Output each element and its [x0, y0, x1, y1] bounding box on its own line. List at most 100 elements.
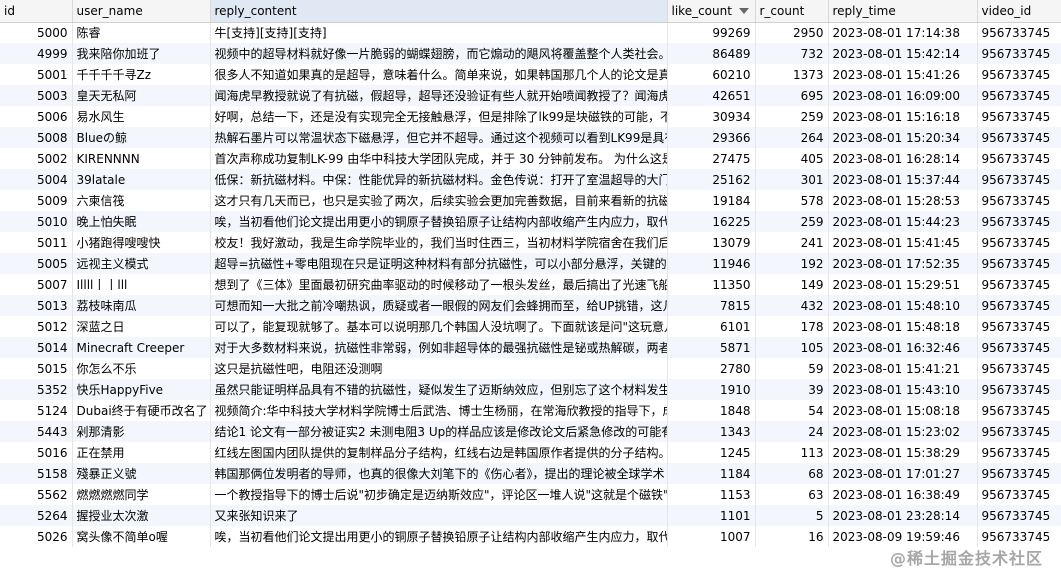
cell-reply-time[interactable]: 2023-08-01 16:28:14 [828, 148, 978, 169]
cell-id[interactable]: 5014 [0, 337, 73, 358]
cell-reply-content[interactable]: 牛[支持][支持][支持] [210, 22, 668, 43]
cell-reply-time[interactable]: 2023-08-01 15:44:23 [828, 211, 978, 232]
cell-reply-content[interactable]: 好啊，总结一下，还是没有实现完全无接触悬浮，但是排除了lk99是块磁铁的可能，不 [210, 106, 668, 127]
table-row[interactable]: 5158 殘暴正义號 韩国那俩位发明者的导师，也真的很像大刘笔下的《伤心者》，提出的… [0, 463, 1061, 484]
cell-user-name[interactable]: 燃燃燃燃同学 [72, 484, 211, 505]
column-header-reply-time[interactable]: reply_time [828, 0, 978, 23]
cell-video-id[interactable]: 956733745 [977, 316, 1061, 337]
cell-r-count[interactable]: 264 [755, 127, 829, 148]
cell-reply-time[interactable]: 2023-08-01 15:41:21 [828, 358, 978, 379]
cell-reply-content[interactable]: 又来张知识来了 [210, 505, 668, 526]
cell-id[interactable]: 5562 [0, 484, 73, 505]
cell-video-id[interactable]: 956733745 [977, 505, 1061, 526]
cell-user-name[interactable]: Illll丨丨lll [72, 274, 211, 295]
table-row[interactable]: 5011 小猪跑得嗖嗖快 校友！我好激动，我是生命学院毕业的，我们当时住西三，当初材… [0, 232, 1061, 253]
table-row[interactable]: 5352 快乐HappyFive 虽然只能证明样品具有不错的抗磁性，疑似发生了迈斯纳… [0, 379, 1061, 400]
cell-reply-content[interactable]: 韩国那俩位发明者的导师，也真的很像大刘笔下的《伤心者》，提出的理论被全球学术 [210, 463, 668, 484]
cell-reply-content[interactable]: 首次声称成功复制LK-99 由华中科技大学团队完成，并于 30 分钟前发布。 为… [210, 148, 668, 169]
cell-like-count[interactable]: 30934 [667, 106, 756, 127]
cell-video-id[interactable]: 956733745 [977, 43, 1061, 64]
cell-r-count[interactable]: 241 [755, 232, 829, 253]
cell-user-name[interactable]: 荔枝味南瓜 [72, 295, 211, 316]
table-row[interactable]: 5001 千千千千寻Zz 很多人不知道如果真的是超导，意味着什么。简单来说，如果韩国… [0, 64, 1061, 85]
cell-user-name[interactable]: KIRENNNN [72, 148, 211, 169]
column-header-video-id[interactable]: video_id [977, 0, 1061, 23]
cell-reply-time[interactable]: 2023-08-01 23:28:14 [828, 505, 978, 526]
cell-like-count[interactable]: 1184 [667, 463, 756, 484]
cell-like-count[interactable]: 25162 [667, 169, 756, 190]
cell-reply-content[interactable]: 视频简介:华中科技大学材料学院博士后武浩、博士生杨丽，在常海欣教授的指导下，成 [210, 400, 668, 421]
cell-id[interactable]: 5015 [0, 358, 73, 379]
cell-like-count[interactable]: 2780 [667, 358, 756, 379]
cell-r-count[interactable]: 192 [755, 253, 829, 274]
cell-reply-content[interactable]: 一个教授指导下的博士后说"初步确定是迈纳斯效应"，评论区一堆人说"这就是个磁铁" [210, 484, 668, 505]
cell-video-id[interactable]: 956733745 [977, 106, 1061, 127]
cell-video-id[interactable]: 956733745 [977, 295, 1061, 316]
cell-user-name[interactable]: 晚上怕失眠 [72, 211, 211, 232]
cell-like-count[interactable]: 29366 [667, 127, 756, 148]
cell-user-name[interactable]: 远视主义模式 [72, 253, 211, 274]
cell-id[interactable]: 5264 [0, 505, 73, 526]
cell-user-name[interactable]: 殘暴正义號 [72, 463, 211, 484]
cell-id[interactable]: 5443 [0, 421, 73, 442]
cell-user-name[interactable]: 小猪跑得嗖嗖快 [72, 232, 211, 253]
cell-video-id[interactable]: 956733745 [977, 127, 1061, 148]
cell-user-name[interactable]: 易水风生 [72, 106, 211, 127]
cell-reply-content[interactable]: 唉，当初看他们论文提出用更小的铜原子替换铅原子让结构内部收缩产生内应力，取代 [210, 526, 668, 547]
cell-r-count[interactable]: 578 [755, 190, 829, 211]
table-row[interactable]: 5004 39latale 低保：新抗磁材料。中保：性能优异的新抗磁材料。金色传说：… [0, 169, 1061, 190]
cell-id[interactable]: 5003 [0, 85, 73, 106]
table-row[interactable]: 5016 正在禁用 红线左图国内团队提供的复制样品分子结构，红线右边是韩国原作者提供… [0, 442, 1061, 463]
cell-r-count[interactable]: 178 [755, 316, 829, 337]
cell-reply-time[interactable]: 2023-08-01 15:48:10 [828, 295, 978, 316]
cell-id[interactable]: 5026 [0, 526, 73, 547]
cell-reply-content[interactable]: 这只是抗磁性吧，电阻还没测啊 [210, 358, 668, 379]
cell-r-count[interactable]: 1373 [755, 64, 829, 85]
cell-video-id[interactable]: 956733745 [977, 379, 1061, 400]
cell-video-id[interactable]: 956733745 [977, 358, 1061, 379]
table-row[interactable]: 5015 你怎么不乐 这只是抗磁性吧，电阻还没测啊 2780 59 2023-08-01 … [0, 358, 1061, 379]
cell-reply-content[interactable]: 很多人不知道如果真的是超导，意味着什么。简单来说，如果韩国那几个人的论文是真 [210, 64, 668, 85]
cell-id[interactable]: 5011 [0, 232, 73, 253]
column-header-r-count[interactable]: r_count [755, 0, 829, 23]
cell-like-count[interactable]: 99269 [667, 22, 756, 43]
cell-r-count[interactable]: 149 [755, 274, 829, 295]
table-row[interactable]: 5562 燃燃燃燃同学 一个教授指导下的博士后说"初步确定是迈纳斯效应"，评论区一堆… [0, 484, 1061, 505]
cell-user-name[interactable]: Blueの鲸 [72, 127, 211, 148]
cell-user-name[interactable]: 深蓝之日 [72, 316, 211, 337]
cell-id[interactable]: 5158 [0, 463, 73, 484]
cell-reply-content[interactable]: 可想而知一大批之前冷嘲热讽，质疑或者一眼假的网友们会蜂拥而至，给UP挑错，这几 [210, 295, 668, 316]
table-row[interactable]: 5013 荔枝味南瓜 可想而知一大批之前冷嘲热讽，质疑或者一眼假的网友们会蜂拥而至，… [0, 295, 1061, 316]
column-header-reply-content[interactable]: reply_content [210, 0, 668, 23]
cell-user-name[interactable]: 六柬信筏 [72, 190, 211, 211]
cell-r-count[interactable]: 63 [755, 484, 829, 505]
table-row[interactable]: 5002 KIRENNNN 首次声称成功复制LK-99 由华中科技大学团队完成，并于… [0, 148, 1061, 169]
column-header-user-name[interactable]: user_name [72, 0, 211, 23]
cell-like-count[interactable]: 6101 [667, 316, 756, 337]
cell-r-count[interactable]: 68 [755, 463, 829, 484]
cell-reply-time[interactable]: 2023-08-01 15:37:44 [828, 169, 978, 190]
cell-user-name[interactable]: 窝头像不简单o喔 [72, 526, 211, 547]
cell-like-count[interactable]: 7815 [667, 295, 756, 316]
cell-id[interactable]: 5016 [0, 442, 73, 463]
cell-like-count[interactable]: 1153 [667, 484, 756, 505]
cell-id[interactable]: 4999 [0, 43, 73, 64]
table-row[interactable]: 5443 剁那清影 结论1 论文有一部分被证实2 未测电阻3 Up的样品应该是修改论… [0, 421, 1061, 442]
cell-reply-time[interactable]: 2023-08-01 15:41:45 [828, 232, 978, 253]
cell-reply-time[interactable]: 2023-08-01 15:43:10 [828, 379, 978, 400]
table-row[interactable]: 4999 我来陪你加班了 视频中的超导材料就好像一片脆弱的蝴蝶翅膀，而它煽动的飓风将… [0, 43, 1061, 64]
cell-like-count[interactable]: 19184 [667, 190, 756, 211]
column-header-id[interactable]: id [0, 0, 73, 23]
cell-reply-time[interactable]: 2023-08-01 15:48:18 [828, 316, 978, 337]
cell-r-count[interactable]: 732 [755, 43, 829, 64]
cell-like-count[interactable]: 11946 [667, 253, 756, 274]
table-row[interactable]: 5012 深蓝之日 可以了，能复现就够了。基本可以说明那几个韩国人没坑啊了。下面就该… [0, 316, 1061, 337]
cell-reply-content[interactable]: 闻海虎早教授就说了有抗磁，假超导，超导还没验证有些人就开始喷闻教授了？闻海虎 [210, 85, 668, 106]
cell-like-count[interactable]: 1101 [667, 505, 756, 526]
cell-reply-content[interactable]: 红线左图国内团队提供的复制样品分子结构，红线右边是韩国原作者提供的分子结构。 [210, 442, 668, 463]
cell-user-name[interactable]: 正在禁用 [72, 442, 211, 463]
cell-reply-content[interactable]: 低保：新抗磁材料。中保：性能优异的新抗磁材料。金色传说：打开了室温超导的大门 [210, 169, 668, 190]
cell-reply-content[interactable]: 这才只有几天而已，也只是实验了两次，后续实验会更加完善数据，目前来看新的抗磁 [210, 190, 668, 211]
cell-video-id[interactable]: 956733745 [977, 148, 1061, 169]
cell-r-count[interactable]: 5 [755, 505, 829, 526]
